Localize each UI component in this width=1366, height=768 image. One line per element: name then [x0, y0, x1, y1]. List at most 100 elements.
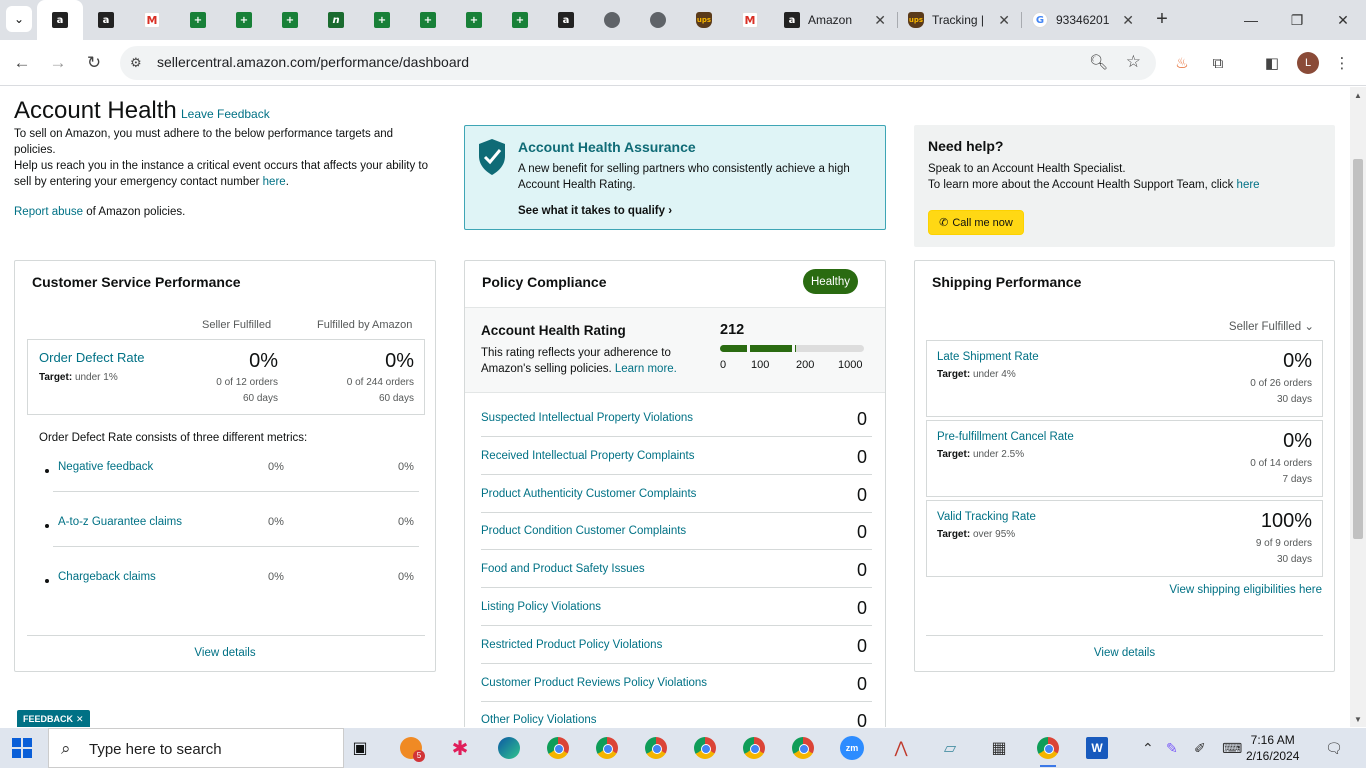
word-app-icon[interactable]: W: [1082, 733, 1112, 763]
report-abuse-link[interactable]: Report abuse: [14, 206, 83, 218]
sp-view-details-link[interactable]: View details: [915, 647, 1334, 659]
pinned-tab[interactable]: +: [497, 0, 543, 40]
policy-link[interactable]: Listing Policy Violations: [481, 601, 601, 613]
policy-link[interactable]: Received Intellectual Property Complaint…: [481, 450, 695, 462]
pen-workspace-icon[interactable]: ✐: [1194, 740, 1206, 757]
windows-start-icon[interactable]: [12, 738, 32, 758]
chrome-app-icon[interactable]: [1033, 733, 1063, 767]
metric-link[interactable]: Negative feedback: [58, 461, 153, 473]
fulfillment-selector-value[interactable]: Seller Fulfilled: [1229, 321, 1301, 333]
zoom-icon[interactable]: 🔍︎: [1089, 53, 1108, 71]
restore-icon[interactable]: ❐: [1274, 0, 1320, 40]
shipping-metric-link[interactable]: Late Shipment Rate: [937, 351, 1039, 363]
browser-tab[interactable]: a Amazon ✕: [776, 4, 894, 36]
call-me-now-button[interactable]: ✆ Call me now: [928, 210, 1024, 235]
profile-avatar[interactable]: L: [1297, 52, 1319, 74]
keyboard-icon[interactable]: ⌨: [1222, 740, 1242, 757]
scrollbar-thumb[interactable]: [1353, 159, 1363, 539]
pinned-tab[interactable]: a: [543, 0, 589, 40]
notifications-icon[interactable]: 🗨︎: [1325, 740, 1343, 757]
feedback-label[interactable]: FEEDBACK: [23, 714, 73, 724]
pinned-tab[interactable]: +: [175, 0, 221, 40]
pinned-tab[interactable]: M: [129, 0, 175, 40]
pinned-tab[interactable]: +: [451, 0, 497, 40]
pinned-tab[interactable]: M: [727, 0, 773, 40]
chrome-app-icon[interactable]: [788, 733, 818, 763]
pinned-tab[interactable]: +: [221, 0, 267, 40]
scroll-up-icon[interactable]: ▲: [1354, 91, 1362, 100]
reload-icon[interactable]: ↻: [81, 50, 107, 76]
policy-link[interactable]: Other Policy Violations: [481, 714, 596, 726]
policy-link[interactable]: Product Authenticity Customer Complaints: [481, 488, 696, 500]
tab-close-icon[interactable]: ✕: [874, 12, 886, 29]
clock-time[interactable]: 7:16 AM: [1246, 732, 1299, 748]
clock-date[interactable]: 2/16/2024: [1246, 748, 1299, 764]
window-close-icon[interactable]: ✕: [1320, 0, 1366, 40]
shipping-metric-link[interactable]: Pre-fulfillment Cancel Rate: [937, 431, 1074, 443]
browser-tab[interactable]: G 93346201 ✕: [1024, 4, 1142, 36]
site-info-icon[interactable]: ⚙: [130, 55, 142, 71]
zoom-app-icon[interactable]: zm: [837, 733, 867, 763]
fulfillment-selector[interactable]: Seller Fulfilled ⌄: [1229, 319, 1314, 333]
forward-icon[interactable]: →: [45, 50, 71, 76]
page-scrollbar[interactable]: ▲ ▼: [1350, 87, 1366, 727]
pinned-tab[interactable]: a: [37, 0, 83, 40]
chrome-app-icon[interactable]: [641, 733, 671, 763]
chrome-menu-icon[interactable]: ⋮: [1331, 52, 1353, 74]
order-defect-rate-link[interactable]: Order Defect Rate: [39, 350, 145, 365]
call-button-label[interactable]: Call me now: [952, 217, 1013, 229]
pinned-tab[interactable]: +: [359, 0, 405, 40]
pinned-tab[interactable]: ups: [681, 0, 727, 40]
tab-search-chevron-icon[interactable]: ⌄: [6, 6, 32, 32]
support-team-link[interactable]: here: [1237, 179, 1260, 191]
outlook-app-icon[interactable]: 5: [396, 733, 426, 763]
notepad-app-icon[interactable]: ▱: [935, 733, 965, 763]
calculator-app-icon[interactable]: ▦: [984, 733, 1014, 763]
pinned-tab[interactable]: +: [405, 0, 451, 40]
minimize-icon[interactable]: —: [1228, 0, 1274, 40]
learn-more-link[interactable]: Learn more.: [615, 363, 677, 375]
tab-close-icon[interactable]: ✕: [1122, 12, 1134, 29]
pinned-tab[interactable]: a: [83, 0, 129, 40]
emergency-contact-link[interactable]: here: [263, 176, 286, 188]
policy-link[interactable]: Suspected Intellectual Property Violatio…: [481, 412, 693, 424]
leave-feedback-link[interactable]: Leave Feedback: [181, 107, 270, 121]
activity-app-icon[interactable]: ⋀: [886, 733, 916, 763]
browser-tab[interactable]: ups Tracking | ✕: [900, 4, 1018, 36]
side-panel-icon[interactable]: ◧: [1261, 52, 1283, 74]
policy-link[interactable]: Restricted Product Policy Violations: [481, 639, 662, 651]
pinned-tab[interactable]: n: [313, 0, 359, 40]
feedback-tab[interactable]: FEEDBACK ✕: [17, 710, 90, 727]
metric-link[interactable]: Chargeback claims: [58, 571, 156, 583]
pen-icon[interactable]: ✎: [1166, 740, 1178, 757]
qualify-link[interactable]: See what it takes to qualify ›: [518, 205, 672, 217]
address-bar[interactable]: ⚙ sellercentral.amazon.com/performance/d…: [120, 46, 1156, 80]
cs-view-details-link[interactable]: View details: [15, 647, 435, 659]
tab-title[interactable]: Tracking |: [932, 13, 984, 27]
chrome-app-icon[interactable]: [690, 733, 720, 763]
scroll-down-icon[interactable]: ▼: [1354, 715, 1362, 724]
taskbar-search-box[interactable]: ⌕ Type here to search: [48, 728, 344, 768]
system-clock[interactable]: 7:16 AM 2/16/2024: [1246, 732, 1299, 764]
chrome-app-icon[interactable]: [739, 733, 769, 763]
shipping-eligibilities-link[interactable]: View shipping eligibilities here: [1169, 584, 1322, 596]
bookmark-star-icon[interactable]: ☆: [1126, 52, 1141, 72]
shipping-metric-link[interactable]: Valid Tracking Rate: [937, 511, 1036, 523]
edge-app-icon[interactable]: [494, 733, 524, 763]
task-view-icon[interactable]: ▣: [345, 733, 375, 763]
url-text[interactable]: sellercentral.amazon.com/performance/das…: [157, 54, 469, 70]
qualify-link-label[interactable]: See what it takes to qualify: [518, 205, 665, 217]
metric-link[interactable]: A-to-z Guarantee claims: [58, 516, 182, 528]
tray-chevron-up-icon[interactable]: ⌃: [1142, 740, 1154, 757]
policy-link[interactable]: Food and Product Safety Issues: [481, 563, 645, 575]
chrome-app-icon[interactable]: [592, 733, 622, 763]
pinned-tab[interactable]: +: [267, 0, 313, 40]
tab-title[interactable]: Amazon: [808, 13, 852, 27]
tab-close-icon[interactable]: ✕: [998, 12, 1010, 29]
back-icon[interactable]: ←: [9, 50, 35, 76]
new-tab-button[interactable]: +: [1150, 8, 1174, 32]
pinned-tab[interactable]: [635, 0, 681, 40]
tab-title[interactable]: 93346201: [1056, 13, 1109, 27]
pinned-tab[interactable]: [589, 0, 635, 40]
policy-link[interactable]: Product Condition Customer Complaints: [481, 525, 686, 537]
